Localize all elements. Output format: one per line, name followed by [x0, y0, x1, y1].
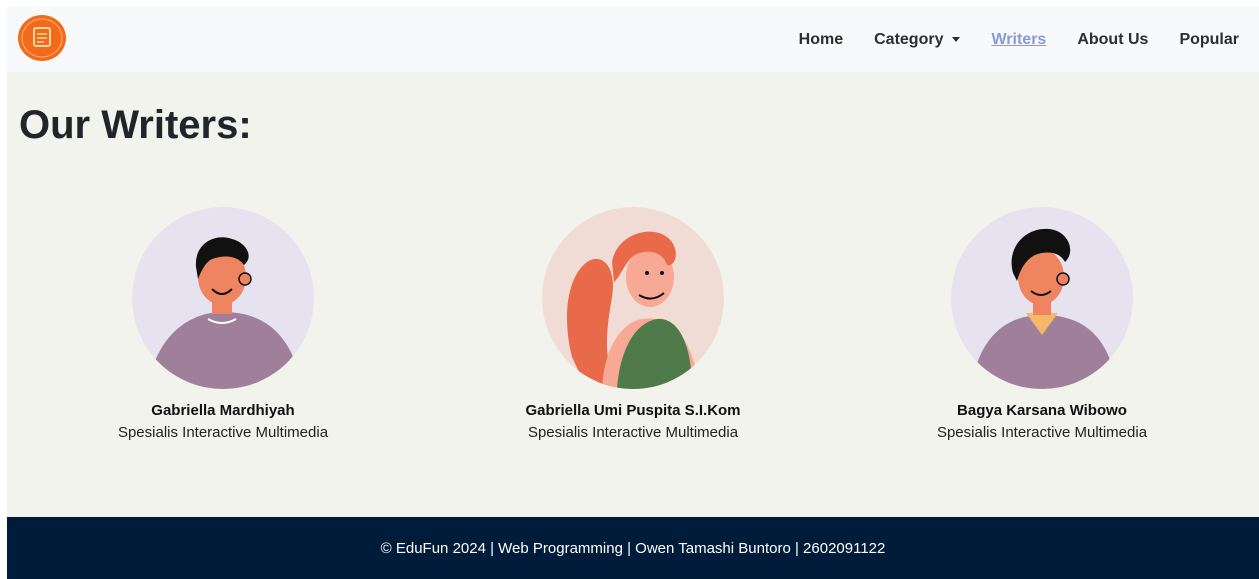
writer-card[interactable]: Bagya Karsana Wibowo Spesialis Interacti…: [862, 207, 1222, 441]
brand-logo[interactable]: [16, 13, 68, 63]
nav-about-us[interactable]: About Us: [1077, 31, 1148, 49]
writer-avatar-icon: [542, 207, 724, 389]
writer-name: Gabriella Mardhiyah: [151, 402, 295, 419]
footer-text: © EduFun 2024 | Web Programming | Owen T…: [380, 539, 886, 557]
writer-role: Spesialis Interactive Multimedia: [936, 424, 1148, 441]
writer-name: Gabriella Umi Puspita S.I.Kom: [525, 402, 741, 419]
page: Home Category Writers About Us Popular O…: [7, 7, 1259, 579]
nav-category-label: Category: [874, 30, 944, 48]
writer-role: Spesialis Interactive Multimedia: [117, 424, 329, 441]
writer-card[interactable]: Gabriella Mardhiyah Spesialis Interactiv…: [43, 207, 403, 441]
writer-card[interactable]: Gabriella Umi Puspita S.I.Kom Spesialis …: [453, 207, 813, 441]
nav-links: Home Category Writers About Us Popular: [768, 7, 1239, 72]
writer-avatar-icon: [132, 207, 314, 389]
navbar: Home Category Writers About Us Popular: [7, 7, 1259, 72]
footer: © EduFun 2024 | Web Programming | Owen T…: [7, 517, 1259, 579]
writer-avatar-icon: [951, 207, 1133, 389]
nav-popular[interactable]: Popular: [1179, 31, 1239, 49]
nav-category-dropdown[interactable]: Category: [874, 30, 961, 49]
edufun-logo-icon: [18, 15, 66, 61]
caret-down-icon: [952, 37, 961, 42]
writer-name: Bagya Karsana Wibowo: [957, 402, 1127, 419]
page-title: Our Writers:: [19, 103, 252, 147]
nav-home[interactable]: Home: [799, 31, 843, 49]
nav-writers[interactable]: Writers: [991, 31, 1046, 49]
writer-role: Spesialis Interactive Multimedia: [527, 424, 739, 441]
